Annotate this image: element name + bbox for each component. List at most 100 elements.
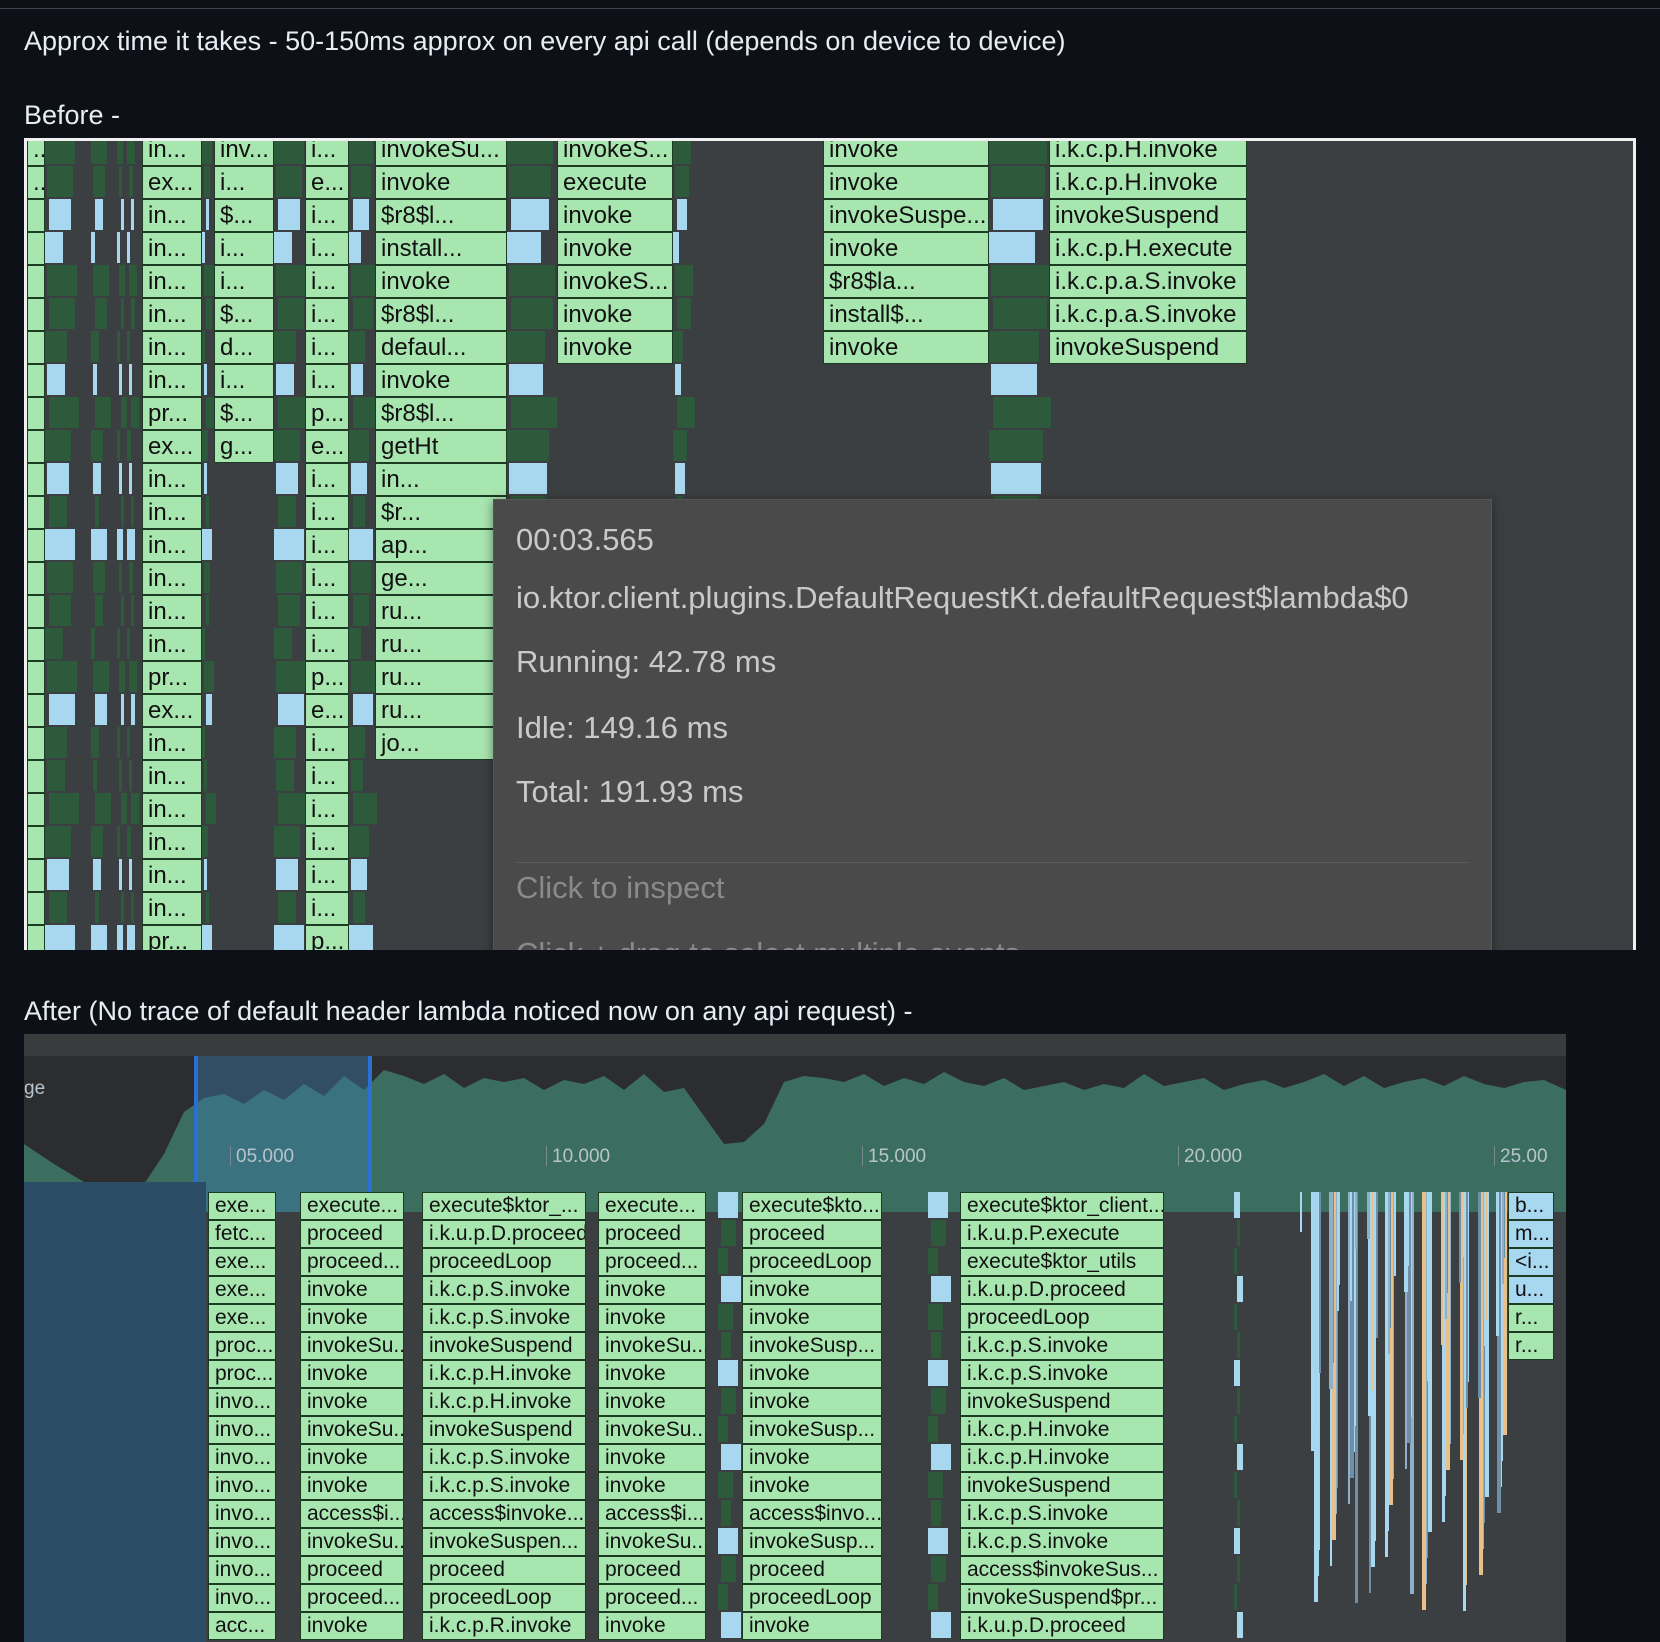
flame-frame[interactable]: invoke <box>598 1444 706 1472</box>
flame-frame[interactable]: invokeSusp... <box>742 1528 882 1556</box>
flame-frame[interactable]: in... <box>142 826 202 859</box>
flame-frame[interactable]: in... <box>142 331 202 364</box>
flame-frame[interactable]: invokeSusp... <box>742 1416 882 1444</box>
flame-frame[interactable]: ru... <box>375 661 507 694</box>
flame-frame[interactable]: invokeS... <box>557 141 673 166</box>
flame-frame[interactable]: ru... <box>375 595 507 628</box>
after-profiler-view[interactable]: ge 05.000 10.000 15.000 20.000 25.00 exe... f… <box>24 1034 1566 1642</box>
flame-frame[interactable]: inv... <box>214 141 274 166</box>
flame-frame[interactable]: i... <box>214 166 274 199</box>
flame-frame[interactable]: in... <box>142 562 202 595</box>
flame-frame[interactable]: invo... <box>208 1528 276 1556</box>
flame-frame[interactable]: r... <box>1508 1304 1554 1332</box>
flame-frame[interactable]: i.k.c.p.H.invoke <box>960 1416 1164 1444</box>
flame-frame[interactable]: i... <box>305 463 349 496</box>
flame-frame[interactable]: i... <box>305 628 349 661</box>
flame-frame[interactable]: i... <box>305 595 349 628</box>
flame-frame[interactable]: in... <box>142 364 202 397</box>
flame-frame[interactable]: invoke <box>742 1276 882 1304</box>
flame-frame[interactable]: in... <box>142 760 202 793</box>
flame-frame[interactable]: g... <box>214 430 274 463</box>
flame-frame[interactable]: i.k.c.p.a.S.invoke <box>1049 265 1247 298</box>
flame-frame[interactable]: in... <box>142 265 202 298</box>
flame-frame[interactable]: invokeSuspen... <box>422 1528 586 1556</box>
flame-frame[interactable]: i.k.u.p.D.proceed <box>960 1612 1164 1640</box>
flame-frame[interactable] <box>27 331 45 364</box>
flame-frame[interactable]: $r8$l... <box>375 397 507 430</box>
flame-frame[interactable]: in... <box>142 496 202 529</box>
before-flame-chart[interactable]: ......in...ex...in...in...in...in...in..… <box>24 138 1636 950</box>
flame-frame[interactable]: in... <box>142 628 202 661</box>
flame-frame[interactable]: i.k.c.p.H.invoke <box>1049 166 1247 199</box>
flame-frame[interactable]: b... <box>1508 1192 1554 1220</box>
flame-frame[interactable]: i... <box>305 141 349 166</box>
flame-frame[interactable]: i.k.c.p.H.invoke <box>422 1388 586 1416</box>
cpu-usage-track[interactable]: ge <box>24 1056 1566 1212</box>
flame-frame[interactable]: i... <box>305 562 349 595</box>
flame-frame[interactable]: in... <box>375 463 507 496</box>
flame-frame[interactable]: p... <box>305 925 349 950</box>
flame-frame[interactable]: execute... <box>300 1192 404 1220</box>
flame-frame[interactable] <box>27 694 45 727</box>
flame-frame[interactable]: access$i... <box>598 1500 706 1528</box>
flame-frame[interactable]: invoke <box>375 166 507 199</box>
flame-frame[interactable]: invoke <box>300 1472 404 1500</box>
flame-frame[interactable]: invokeSuspend <box>960 1388 1164 1416</box>
flame-frame[interactable]: invoke <box>557 331 673 364</box>
flame-frame[interactable]: ex... <box>142 694 202 727</box>
flame-frame[interactable]: invokeSuspend <box>1049 331 1247 364</box>
flame-frame[interactable] <box>27 760 45 793</box>
flame-frame[interactable]: in... <box>142 463 202 496</box>
flame-frame[interactable]: invokeSu... <box>300 1332 404 1360</box>
flame-frame[interactable]: i... <box>305 199 349 232</box>
flame-frame[interactable]: i.k.u.p.D.proceed <box>422 1220 586 1248</box>
flame-frame[interactable]: invokeSuspe... <box>823 199 989 232</box>
flame-frame[interactable]: proceed <box>300 1556 404 1584</box>
flame-frame[interactable]: i... <box>214 265 274 298</box>
flame-frame[interactable]: i.k.c.p.S.invoke <box>422 1304 586 1332</box>
flame-frame[interactable]: exe... <box>208 1304 276 1332</box>
flame-frame[interactable]: in... <box>142 793 202 826</box>
flame-frame[interactable]: in... <box>142 892 202 925</box>
flame-frame[interactable]: invokeSuspend <box>1049 199 1247 232</box>
flame-frame[interactable]: execute$ktor_... <box>422 1192 586 1220</box>
flame-frame[interactable]: i... <box>305 727 349 760</box>
flame-frame[interactable]: i... <box>305 298 349 331</box>
flame-frame[interactable]: invokeSu... <box>300 1528 404 1556</box>
flame-frame[interactable]: i... <box>305 265 349 298</box>
flame-frame[interactable]: $... <box>214 397 274 430</box>
flame-frame[interactable]: invoke <box>300 1276 404 1304</box>
flame-frame[interactable]: i.k.u.p.D.proceed <box>960 1276 1164 1304</box>
flame-frame[interactable]: invoke <box>823 331 989 364</box>
flame-frame[interactable]: proceed <box>300 1220 404 1248</box>
flame-frame[interactable]: invoke <box>598 1304 706 1332</box>
flame-frame[interactable] <box>27 595 45 628</box>
flame-frame[interactable]: proceed... <box>598 1584 706 1612</box>
flame-frame[interactable]: ... <box>27 141 45 166</box>
flame-frame[interactable]: invo... <box>208 1500 276 1528</box>
flame-frame[interactable]: $r8$la... <box>823 265 989 298</box>
flame-frame[interactable]: access$invokeSus... <box>960 1556 1164 1584</box>
flame-frame[interactable]: invokeSu... <box>300 1416 404 1444</box>
flame-frame[interactable]: execute$ktor_utils <box>960 1248 1164 1276</box>
flame-frame[interactable]: in... <box>142 199 202 232</box>
flame-frame[interactable]: invoke <box>742 1360 882 1388</box>
flame-frame[interactable]: invokeS... <box>557 265 673 298</box>
flame-frame[interactable]: invoke <box>557 298 673 331</box>
flame-frame[interactable]: install... <box>375 232 507 265</box>
flame-frame[interactable]: ap... <box>375 529 507 562</box>
flame-frame[interactable]: proceedLoop <box>742 1248 882 1276</box>
flame-frame[interactable]: invoke <box>300 1360 404 1388</box>
flame-frame[interactable]: invo... <box>208 1472 276 1500</box>
flame-frame[interactable]: in... <box>142 232 202 265</box>
flame-frame[interactable]: invo... <box>208 1416 276 1444</box>
flame-frame[interactable]: invoke <box>742 1388 882 1416</box>
flame-frame[interactable]: p... <box>305 661 349 694</box>
flame-frame[interactable]: invoke <box>598 1612 706 1640</box>
flame-frame[interactable]: i... <box>305 364 349 397</box>
flame-frame[interactable]: exe... <box>208 1276 276 1304</box>
flame-frame[interactable]: getHt <box>375 430 507 463</box>
flame-frame[interactable]: <i... <box>1508 1248 1554 1276</box>
flame-frame[interactable]: in... <box>142 595 202 628</box>
flame-frame[interactable]: proceed <box>598 1556 706 1584</box>
